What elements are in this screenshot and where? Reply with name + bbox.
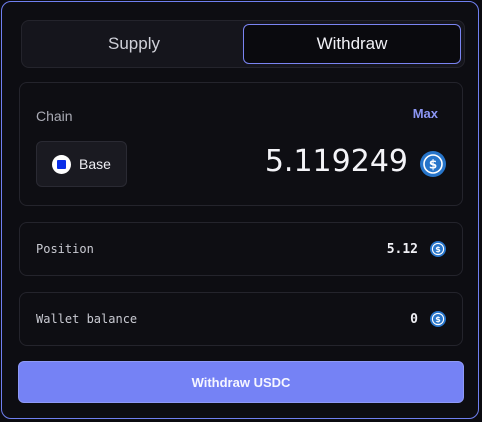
mode-tabs: Supply Withdraw xyxy=(21,20,465,68)
max-button[interactable]: Max xyxy=(413,106,438,121)
withdraw-panel: Supply Withdraw xyxy=(1,1,479,419)
usdc-icon: $ xyxy=(430,311,446,327)
tab-withdraw[interactable]: Withdraw xyxy=(243,24,461,64)
svg-text:$: $ xyxy=(429,158,437,172)
usdc-icon: $ xyxy=(430,241,446,257)
wallet-balance-label: Wallet balance xyxy=(36,312,138,326)
wallet-balance-value: 0 xyxy=(410,311,418,327)
position-row: Position 5.12 $ xyxy=(19,222,463,276)
amount-input[interactable] xyxy=(168,141,408,181)
amount-card: Chain Max Base $ xyxy=(19,82,463,206)
chain-selector[interactable]: Base xyxy=(36,141,127,187)
usdc-icon: $ xyxy=(420,151,446,177)
chain-label: Chain xyxy=(36,108,73,124)
position-value: 5.12 xyxy=(386,241,418,257)
withdraw-usdc-button[interactable]: Withdraw USDC xyxy=(18,361,464,403)
wallet-balance-row: Wallet balance 0 $ xyxy=(19,292,463,346)
base-chain-icon xyxy=(52,154,71,174)
tab-supply[interactable]: Supply xyxy=(25,24,243,64)
svg-text:$: $ xyxy=(435,315,441,324)
position-label: Position xyxy=(36,242,94,256)
svg-text:$: $ xyxy=(435,245,441,254)
chain-name: Base xyxy=(79,156,111,172)
